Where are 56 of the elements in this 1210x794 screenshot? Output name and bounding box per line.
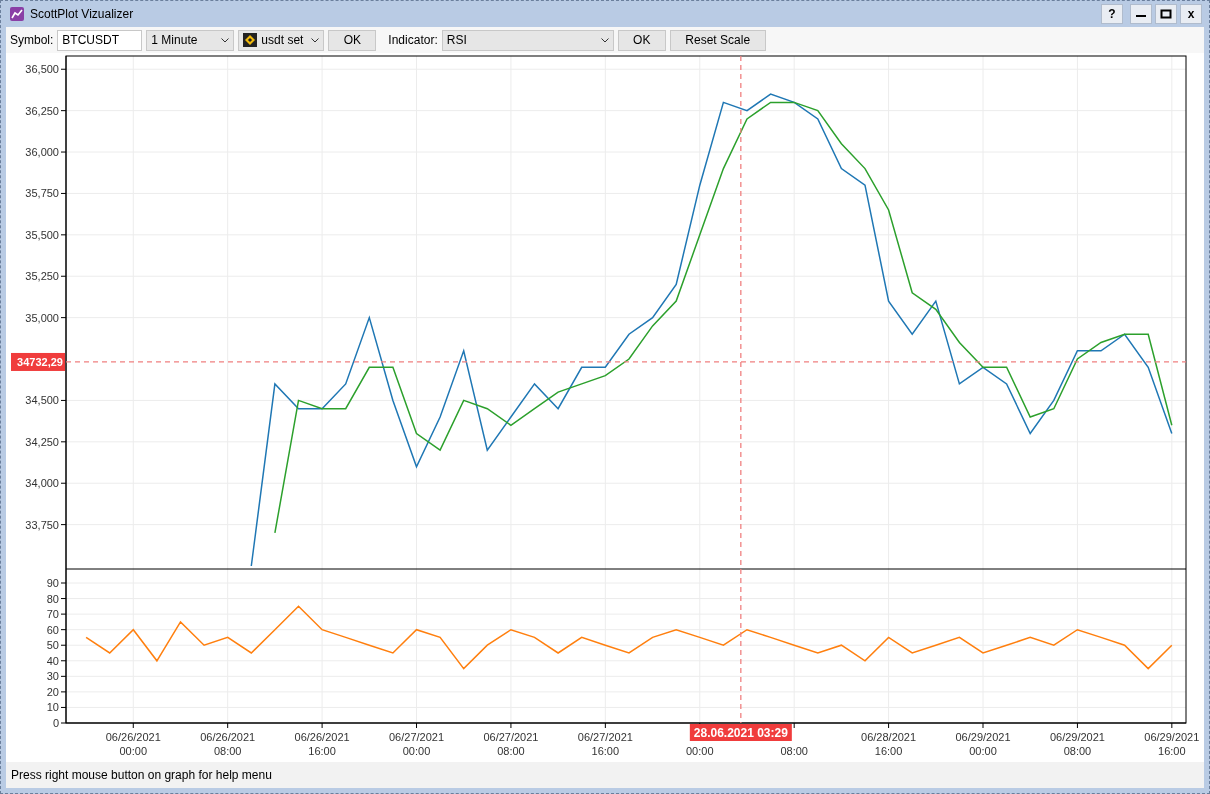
y-tick-label: 36,000 [25,146,59,159]
y-tick-label: 50 [46,639,59,652]
preset-dropdown[interactable]: usdt set [238,29,325,51]
y-tick-label: 80 [46,592,59,605]
help-button[interactable]: ? [1101,4,1123,24]
maximize-button[interactable] [1155,4,1177,24]
y-tick-label: 40 [46,654,59,667]
y-tick-label: 20 [46,685,59,698]
y-tick-label: 0 [52,717,59,729]
indicator-label: Indicator: [388,32,438,49]
x-tick-label: 06/29/2021 16:00 [1144,731,1200,757]
y-tick-label: 33,750 [25,518,59,531]
symbol-label: Symbol: [10,32,54,49]
window-title: ScottPlot Vizualizer [30,6,134,23]
x-tick-label: 06/27/2021 16:00 [577,731,633,757]
x-tick-label: 06/27/2021 00:00 [389,731,445,757]
x-tick-label: 06/29/2021 00:00 [955,731,1011,757]
y-tick-label: 36,500 [25,63,59,76]
crosshair-label: 34732,29 [11,352,65,371]
x-tick-label: 06/26/2021 00:00 [105,731,161,757]
y-tick-label: 35,500 [25,228,59,241]
crosshair-label: 28.06.2021 03:29 [689,724,792,741]
y-tick-label: 34,500 [25,394,59,407]
y-tick-label: 70 [46,608,59,621]
reset-scale-button[interactable]: Reset Scale [669,29,766,51]
status-text: Press right mouse button on graph for help menu [11,767,272,784]
y-tick-label: 35,750 [25,187,59,200]
x-tick-label: 06/29/2021 08:00 [1049,731,1105,757]
x-tick-label: 06/27/2021 08:00 [483,731,539,757]
y-tick-label: 34,000 [25,477,59,490]
caret-icon [600,37,609,43]
x-tick-label: 06/26/2021 08:00 [200,731,256,757]
y-tick-label: 36,250 [25,104,59,117]
coin-icon [243,33,258,47]
y-tick-label: 30 [46,670,59,683]
indicator-dropdown[interactable]: RSI [441,29,614,51]
x-tick-label: 06/28/2021 16:00 [861,731,917,757]
app-icon [10,7,24,21]
y-tick-label: 60 [46,623,59,636]
x-tick-label: 06/26/2021 16:00 [294,731,350,757]
maximize-icon [1160,9,1172,19]
symbol-field[interactable]: BTCUSDT [57,29,143,51]
y-tick-label: 35,250 [25,270,59,283]
caret-icon [311,37,320,43]
x-tick-label: 00:00 [686,745,714,757]
y-tick-label: 90 [46,577,59,589]
y-tick-label: 10 [46,701,59,714]
y-tick-label: 35,000 [25,311,59,324]
caret-icon [221,37,230,43]
x-tick-label: 08:00 [780,745,808,757]
interval-dropdown[interactable]: 1 Minute [146,29,235,51]
y-tick-label: 34,250 [25,435,59,448]
ok-button[interactable]: OK [617,29,666,51]
ok-button[interactable]: OK [328,29,377,51]
minimize-button[interactable] [1130,4,1152,24]
close-button[interactable]: x [1180,4,1202,24]
